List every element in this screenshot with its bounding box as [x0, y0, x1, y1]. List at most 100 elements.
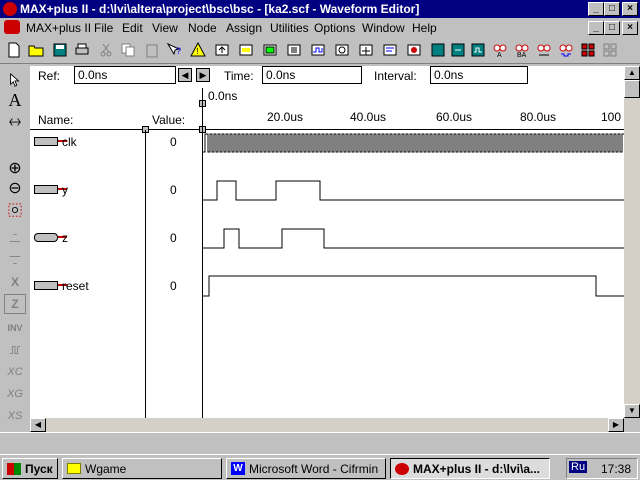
ref-left-arrow-icon[interactable]: ◀	[178, 68, 192, 82]
zoom-out-icon[interactable]: ⊖	[4, 178, 26, 198]
low-level-icon[interactable]	[4, 228, 26, 248]
find-node-icon[interactable]	[534, 40, 554, 60]
scroll-down-arrow-icon[interactable]: ▼	[624, 404, 640, 418]
horizontal-scrollbar[interactable]: ◀ ▶	[30, 418, 624, 432]
vertical-scroll-thumb[interactable]	[624, 80, 640, 98]
context-help-icon[interactable]: ?	[164, 40, 184, 60]
grid-icon[interactable]	[578, 40, 598, 60]
output-pin-icon	[34, 233, 67, 242]
overwrite-sequence-icon[interactable]: XS	[4, 406, 26, 426]
timing-analyzer-icon[interactable]	[332, 40, 352, 60]
text-tool-icon[interactable]: A	[4, 90, 26, 110]
save-icon[interactable]	[50, 40, 70, 60]
selection-arrow-icon[interactable]	[4, 70, 26, 90]
hierarchy-display-icon[interactable]	[236, 40, 256, 60]
menu-edit[interactable]: Edit	[122, 21, 143, 35]
find-text-icon[interactable]: A	[490, 40, 510, 60]
time-label: Time:	[224, 69, 254, 83]
compiler-icon[interactable]	[284, 40, 304, 60]
minimize-button[interactable]: _	[588, 2, 604, 16]
y-waveform	[203, 180, 624, 201]
cut-icon[interactable]	[96, 40, 116, 60]
document-icon[interactable]	[4, 20, 20, 34]
scroll-left-arrow-icon[interactable]: ◀	[30, 418, 46, 432]
clock[interactable]: 17:38	[601, 462, 631, 476]
scroll-right-arrow-icon[interactable]: ▶	[608, 418, 624, 432]
ref-field[interactable]: 0.0ns	[74, 66, 176, 84]
menu-assign[interactable]: Assign	[226, 21, 262, 35]
start-button[interactable]: Пуск	[2, 458, 58, 479]
menu-node[interactable]: Node	[188, 21, 217, 35]
project-save-icon[interactable]	[428, 40, 448, 60]
zoom-in-icon[interactable]: ⊕	[4, 158, 26, 178]
output-pin-icon	[34, 185, 67, 194]
menu-utilities[interactable]: Utilities	[270, 21, 309, 35]
fit-in-window-icon[interactable]	[4, 200, 26, 220]
maxplus-icon	[395, 462, 409, 475]
menu-options[interactable]: Options	[314, 21, 355, 35]
paste-icon[interactable]	[142, 40, 162, 60]
child-minimize-button[interactable]: _	[588, 21, 604, 35]
signal-name: clk	[62, 135, 77, 149]
expand-icon[interactable]	[4, 112, 26, 132]
taskbar: Пуск Wgame W Microsoft Word - Cifrmin MA…	[0, 454, 640, 480]
interval-field[interactable]: 0.0ns	[430, 66, 528, 84]
app-icon[interactable]	[3, 2, 17, 16]
print-icon[interactable]	[72, 40, 92, 60]
svg-text:?: ?	[176, 46, 181, 56]
task-maxplus[interactable]: MAX+plus II - d:\lvi\a...	[390, 458, 550, 479]
z-waveform	[203, 228, 624, 249]
invert-icon[interactable]: INV	[4, 318, 26, 338]
menu-help[interactable]: Help	[412, 21, 437, 35]
find-source-icon[interactable]	[556, 40, 576, 60]
language-indicator[interactable]: Ru	[569, 461, 588, 473]
waveform-canvas[interactable]	[203, 130, 624, 418]
simulator-icon[interactable]	[308, 40, 328, 60]
close-button[interactable]: ×	[622, 2, 638, 16]
floorplan-icon[interactable]	[260, 40, 280, 60]
time-field[interactable]: 0.0ns	[262, 66, 362, 84]
open-folder-icon[interactable]	[26, 40, 46, 60]
ref-label: Ref:	[38, 69, 61, 83]
high-level-icon[interactable]	[4, 250, 26, 270]
child-close-button[interactable]: ×	[622, 21, 638, 35]
message-processor-icon[interactable]	[380, 40, 400, 60]
programmer-icon[interactable]	[356, 40, 376, 60]
replace-text-icon[interactable]: BA	[512, 40, 532, 60]
project-simulate-icon[interactable]	[468, 40, 488, 60]
svg-text:BA: BA	[517, 52, 527, 58]
copy-icon[interactable]	[118, 40, 138, 60]
menu-window[interactable]: Window	[362, 21, 405, 35]
stop-icon[interactable]	[404, 40, 424, 60]
high-impedance-icon[interactable]: Z	[4, 294, 26, 314]
overwrite-group-icon[interactable]: XG	[4, 384, 26, 404]
window-title: MAX+plus II - d:\lvi\altera\project\bsc\…	[20, 2, 420, 16]
overwrite-count-icon[interactable]: XC	[4, 362, 26, 382]
dont-care-icon[interactable]: X	[4, 272, 26, 292]
menu-file[interactable]: File	[94, 21, 113, 35]
scroll-up-arrow-icon[interactable]: ▲	[624, 66, 640, 80]
vertical-scrollbar[interactable]: ▲ ▼	[624, 66, 640, 418]
menu-view[interactable]: View	[152, 21, 178, 35]
task-wgame[interactable]: Wgame	[62, 458, 222, 479]
signal-value: 0	[170, 231, 177, 245]
child-restore-button[interactable]: □	[604, 21, 620, 35]
tile-icon[interactable]	[600, 40, 620, 60]
system-tray: Ru 17:38	[566, 458, 638, 479]
overwrite-clock-icon[interactable]	[4, 340, 26, 360]
project-compile-icon[interactable]	[448, 40, 468, 60]
hierarchy-up-icon[interactable]	[212, 40, 232, 60]
status-bar	[0, 432, 640, 454]
task-word[interactable]: W Microsoft Word - Cifrmin	[226, 458, 386, 479]
warning-icon[interactable]: !	[188, 40, 208, 60]
cursor-time-label: 0.0ns	[208, 89, 238, 103]
svg-text:!: !	[197, 47, 199, 56]
menu-maxplus[interactable]: MAX+plus II	[26, 21, 91, 35]
signal-name: reset	[62, 279, 89, 293]
new-file-icon[interactable]	[4, 40, 24, 60]
signal-value: 0	[170, 183, 177, 197]
ruler-tick-60us: 60.0us	[436, 110, 473, 124]
ref-right-arrow-icon[interactable]: ▶	[196, 68, 210, 82]
maximize-button[interactable]: □	[604, 2, 620, 16]
signal-value: 0	[170, 279, 177, 293]
